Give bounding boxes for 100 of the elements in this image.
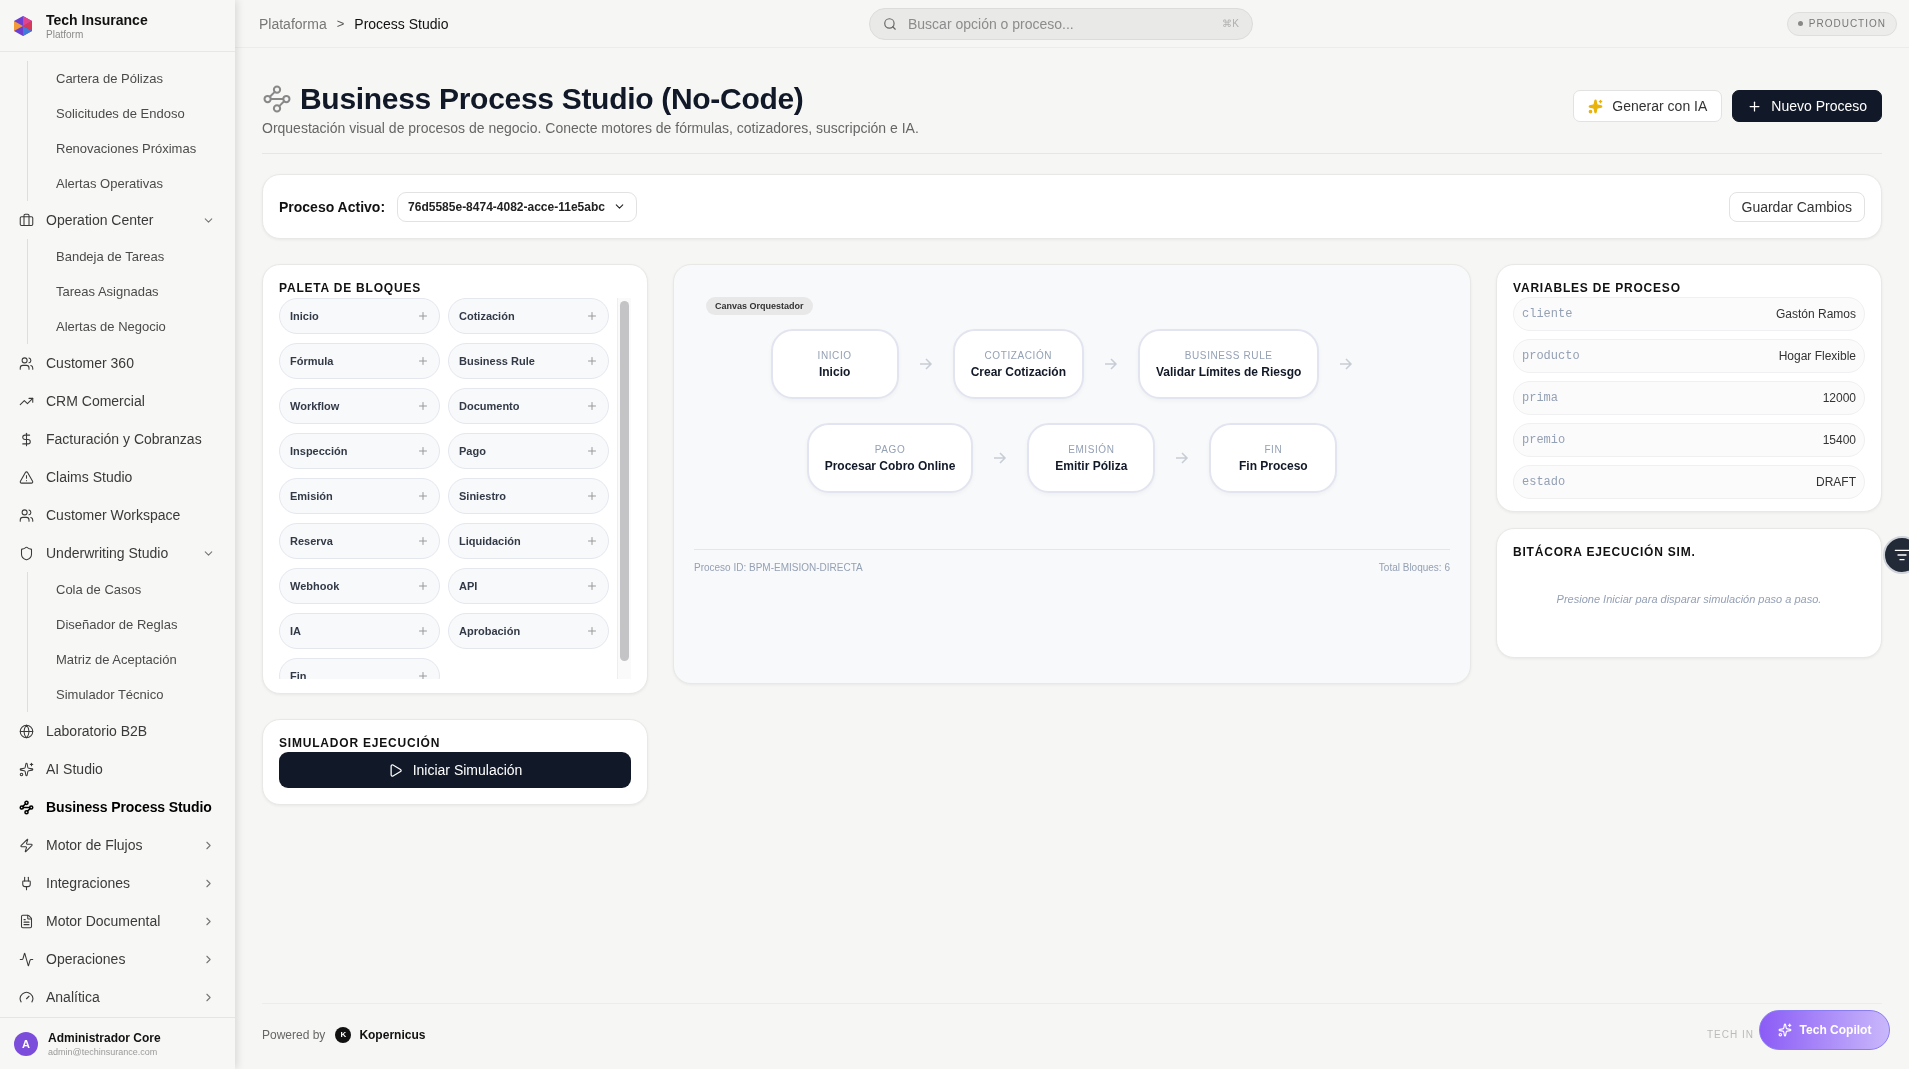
- process-node[interactable]: EMISIÓN Emitir Póliza: [1027, 423, 1156, 493]
- palette-block[interactable]: Emisión: [279, 478, 440, 514]
- briefcase-icon: [19, 212, 34, 228]
- user-avatar[interactable]: A: [14, 1031, 38, 1056]
- sidebar-subitem[interactable]: Matriz de Aceptación: [28, 642, 235, 677]
- palette-block[interactable]: Siniestro: [448, 478, 609, 514]
- palette-block[interactable]: Reserva: [279, 523, 440, 559]
- nodes-icon: [19, 799, 34, 815]
- sidebar-item[interactable]: Operaciones: [0, 940, 235, 978]
- plus-icon: [417, 310, 429, 322]
- palette-block[interactable]: Workflow: [279, 388, 440, 424]
- node-type: PAGO: [874, 443, 906, 455]
- process-node[interactable]: INICIO Inicio: [770, 329, 899, 399]
- process-node[interactable]: COTIZACIÓN Crear Cotización: [952, 329, 1084, 399]
- sidebar-item[interactable]: Claims Studio: [0, 458, 235, 496]
- sidebar-item[interactable]: Customer 360: [0, 344, 235, 382]
- users-icon: [19, 507, 34, 523]
- palette-block[interactable]: API: [448, 568, 609, 604]
- environment-badge: PRODUCTION: [1786, 11, 1897, 36]
- user-name: Administrador Core: [48, 1030, 161, 1045]
- palette-block[interactable]: Cotización: [448, 298, 609, 334]
- breadcrumb-separator: >: [336, 16, 345, 31]
- sidebar-item[interactable]: Laboratorio B2B: [0, 712, 235, 750]
- sidebar-subitem[interactable]: Tareas Asignadas: [28, 274, 235, 309]
- page-title: Business Process Studio (No-Code): [300, 82, 804, 116]
- node-name: Crear Cotización: [970, 364, 1066, 379]
- sidebar-item[interactable]: Business Process Studio: [0, 788, 235, 826]
- sidebar-item[interactable]: Analítica: [0, 978, 235, 1016]
- plus-icon: [586, 445, 598, 457]
- users-icon: [19, 355, 34, 371]
- powered-by-text: Powered by: [262, 1027, 326, 1042]
- node-name: Procesar Cobro Online: [824, 458, 956, 473]
- plus-icon: [417, 355, 429, 367]
- sidebar-subitem[interactable]: Cartera de Pólizas: [28, 61, 235, 96]
- sidebar-subitem[interactable]: Bandeja de Tareas: [28, 239, 235, 274]
- variable-key: producto: [1522, 349, 1580, 363]
- arrow-icon: [918, 358, 933, 370]
- variable-value: DRAFT: [1816, 475, 1856, 489]
- palette-block[interactable]: Webhook: [279, 568, 440, 604]
- palette-block[interactable]: Business Rule: [448, 343, 609, 379]
- start-simulation-button[interactable]: Iniciar Simulación: [279, 752, 631, 788]
- sidebar-subitem[interactable]: Diseñador de Reglas: [28, 607, 235, 642]
- plus-icon: [417, 580, 429, 592]
- sidebar-subitem[interactable]: Simulador Técnico: [28, 677, 235, 712]
- sidebar-subitem[interactable]: Solicitudes de Endoso: [28, 96, 235, 131]
- sidebar-item[interactable]: AI Studio: [0, 750, 235, 788]
- nodes-icon: [262, 84, 292, 114]
- sidebar-item[interactable]: Operation Center: [0, 201, 235, 239]
- sidebar-item[interactable]: CRM Comercial: [0, 382, 235, 420]
- process-node[interactable]: FIN Fin Proceso: [1209, 423, 1338, 493]
- palette-block[interactable]: IA: [279, 613, 440, 649]
- node-name: Emitir Póliza: [1055, 458, 1128, 473]
- palette-block[interactable]: Fórmula: [279, 343, 440, 379]
- plus-icon: [417, 535, 429, 547]
- palette-block[interactable]: Inicio: [279, 298, 440, 334]
- document-icon: [19, 913, 34, 929]
- generate-ai-button[interactable]: Generar con IA: [1573, 90, 1723, 122]
- node-type: COTIZACIÓN: [984, 349, 1053, 361]
- palette-block[interactable]: Aprobación: [448, 613, 609, 649]
- sidebar-subitem[interactable]: Alertas de Negocio: [28, 309, 235, 344]
- sparkles-icon: [1777, 1023, 1792, 1037]
- scrollbar[interactable]: [617, 298, 631, 679]
- breadcrumb-item: Process Studio: [354, 15, 449, 32]
- sidebar-item[interactable]: Customer Workspace: [0, 496, 235, 534]
- variable-value: 15400: [1822, 433, 1856, 447]
- node-name: Fin Proceso: [1239, 458, 1308, 473]
- footer-brand: TECH IN: [1707, 1029, 1754, 1040]
- lightning-icon: [19, 837, 34, 853]
- palette-block[interactable]: Liquidación: [448, 523, 609, 559]
- variable-key: premio: [1522, 433, 1566, 447]
- palette-block[interactable]: Inspección: [279, 433, 440, 469]
- sidebar-subitem[interactable]: Cola de Casos: [28, 572, 235, 607]
- palette-block[interactable]: Documento: [448, 388, 609, 424]
- variable-key: estado: [1522, 475, 1566, 489]
- sidebar-item[interactable]: Facturación y Cobranzas: [0, 420, 235, 458]
- logo-icon: [12, 14, 34, 37]
- process-node[interactable]: BUSINESS RULE Validar Límites de Riesgo: [1138, 329, 1320, 399]
- new-process-button[interactable]: Nuevo Proceso: [1732, 90, 1882, 122]
- arrow-icon: [1104, 358, 1118, 370]
- plus-icon: [586, 625, 598, 637]
- warning-icon: [19, 469, 34, 485]
- arrow-icon: [1339, 358, 1354, 370]
- node-type: EMISIÓN: [1068, 443, 1115, 455]
- process-node[interactable]: PAGO Procesar Cobro Online: [806, 423, 974, 493]
- process-select[interactable]: 76d5585e-8474-4082-acce-11e5abc: [397, 191, 637, 222]
- empty-message: Presione Iniciar para disparar simulación paso a paso.: [1555, 593, 1823, 605]
- brand-subtitle: Platform: [46, 28, 85, 40]
- sidebar-item[interactable]: Motor Documental: [0, 902, 235, 940]
- sidebar-subitem[interactable]: Renovaciones Próximas: [28, 131, 235, 166]
- sidebar-item[interactable]: Motor de Flujos: [0, 826, 235, 864]
- breadcrumb-item[interactable]: Plataforma: [259, 15, 327, 32]
- sidebar-item[interactable]: Integraciones: [0, 864, 235, 902]
- save-button[interactable]: Guardar Cambios: [1728, 191, 1865, 222]
- process-id: Proceso ID: BPM-EMISION-DIRECTA: [694, 562, 863, 573]
- palette-block[interactable]: Pago: [448, 433, 609, 469]
- sidebar-subitem[interactable]: Alertas Operativas: [28, 166, 235, 201]
- sidebar-item[interactable]: Underwriting Studio: [0, 534, 235, 572]
- node-type: INICIO: [817, 349, 852, 361]
- dollar-icon: [19, 431, 34, 447]
- variable-key: prima: [1522, 391, 1558, 405]
